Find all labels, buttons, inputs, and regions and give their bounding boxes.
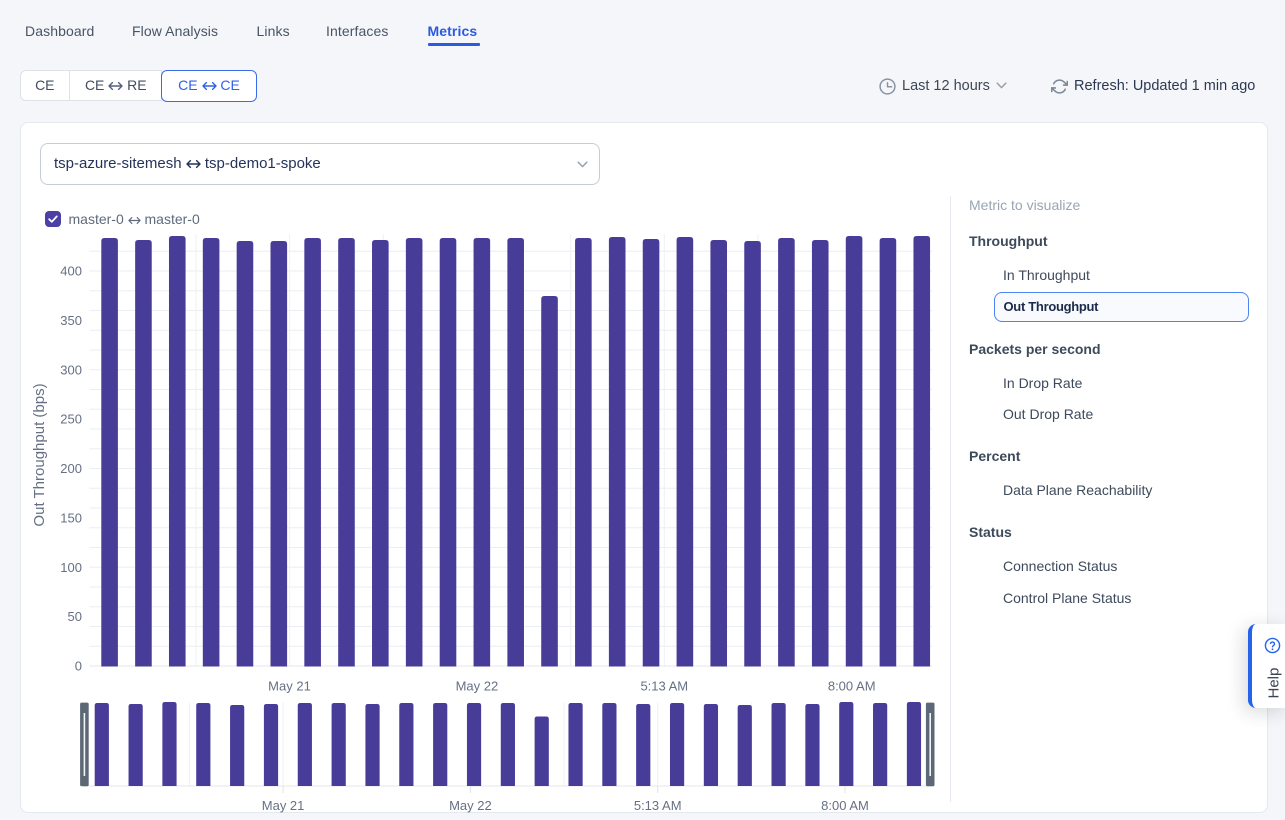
svg-text:May 21: May 21 [268, 679, 311, 694]
svg-text:0: 0 [75, 659, 82, 674]
svg-text:250: 250 [60, 412, 82, 427]
svg-text:100: 100 [60, 560, 82, 575]
svg-text:Out Throughput (bps): Out Throughput (bps) [31, 383, 48, 526]
svg-text:8:00 AM: 8:00 AM [828, 679, 876, 694]
svg-text:May 21: May 21 [262, 798, 305, 813]
svg-text:350: 350 [60, 313, 82, 328]
svg-text:400: 400 [60, 264, 82, 279]
svg-text:5:13 AM: 5:13 AM [640, 679, 688, 694]
svg-text:150: 150 [60, 510, 82, 525]
svg-text:5:13 AM: 5:13 AM [634, 798, 682, 813]
svg-text:May 22: May 22 [456, 679, 499, 694]
svg-text:50: 50 [68, 609, 82, 624]
svg-text:300: 300 [60, 362, 82, 377]
svg-text:8:00 AM: 8:00 AM [821, 798, 869, 813]
svg-text:200: 200 [60, 461, 82, 476]
svg-text:May 22: May 22 [449, 798, 492, 813]
